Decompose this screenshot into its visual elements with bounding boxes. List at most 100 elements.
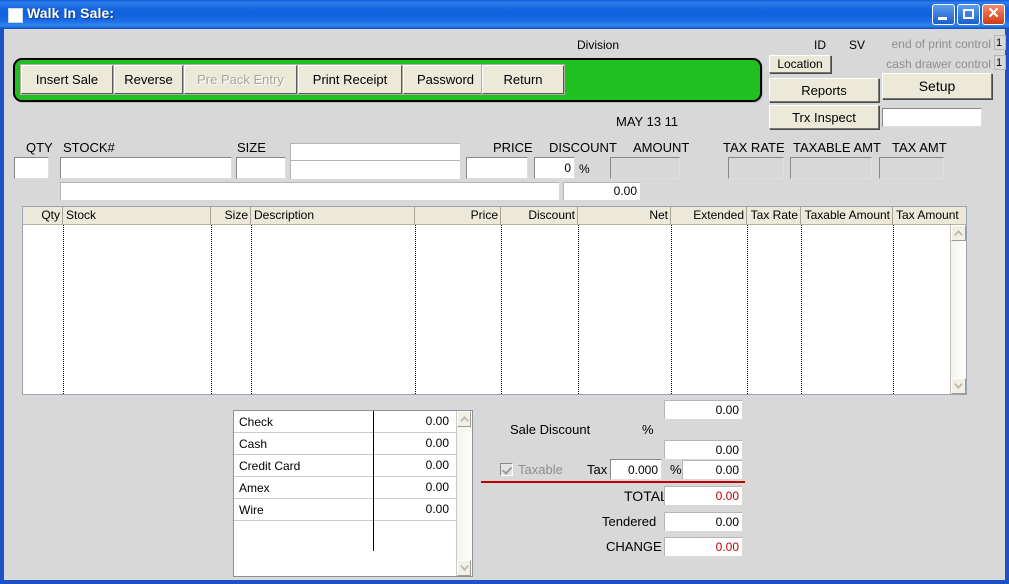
list-item[interactable]: Credit Card 0.00 [234, 454, 456, 477]
list-item[interactable] [234, 521, 456, 551]
payments-scrollbar[interactable] [456, 411, 472, 576]
client-area: Division ID SV end of print control 1 ca… [0, 29, 1009, 584]
cash-drawer-control-field[interactable]: 1 [994, 55, 1006, 70]
payment-amount: 0.00 [373, 432, 456, 455]
taxable-amt-display [790, 157, 872, 179]
grid-col-taxable-amount[interactable]: Taxable Amount [801, 207, 893, 224]
reports-button[interactable]: Reports [769, 78, 879, 102]
price-label: PRICE [493, 140, 533, 155]
payments-scroll-down-icon[interactable] [457, 560, 471, 576]
tendered-value[interactable]: 0.00 [664, 512, 742, 531]
stock-label: STOCK# [63, 140, 115, 155]
amount-display [610, 157, 680, 179]
print-receipt-button[interactable]: Print Receipt [297, 64, 403, 95]
grid-col-extended[interactable]: Extended [671, 207, 747, 224]
tax-label: Tax [587, 462, 608, 477]
tendered-label: Tendered [602, 514, 657, 529]
size-input[interactable] [236, 157, 286, 179]
list-item[interactable]: Cash 0.00 [234, 432, 456, 455]
sale-discount-label: Sale Discount [510, 422, 591, 437]
payment-amount: 0.00 [373, 410, 456, 433]
grid-col-discount[interactable]: Discount [501, 207, 578, 224]
payments-scroll-up-icon[interactable] [457, 411, 471, 427]
size-label: SIZE [237, 140, 266, 155]
payment-amount: 0.00 [373, 476, 456, 499]
row2-amount-display: 0.00 [563, 182, 640, 200]
setup-field[interactable] [882, 108, 982, 127]
payment-amount [373, 521, 456, 551]
tax-amt-display [879, 157, 944, 179]
description-top-input[interactable] [290, 143, 460, 160]
scroll-down-icon[interactable] [951, 378, 966, 394]
grid-col-tax-rate[interactable]: Tax Rate [747, 207, 801, 224]
grid-header-row: Qty Stock Size Description Price Discoun… [23, 207, 966, 225]
payment-name: Check [239, 414, 274, 429]
taxable-checkbox[interactable] [500, 463, 513, 476]
end-of-print-control-field[interactable]: 1 [994, 35, 1006, 50]
list-item[interactable]: Wire 0.00 [234, 498, 456, 521]
sale-date: MAY 13 11 [616, 114, 679, 129]
scroll-up-icon[interactable] [951, 225, 966, 241]
grid-col-price[interactable]: Price [415, 207, 501, 224]
price-input[interactable] [466, 157, 528, 179]
setup-button[interactable]: Setup [882, 73, 992, 99]
taxable-amt-label: TAXABLE AMT [793, 140, 881, 155]
payment-name: Wire [239, 502, 264, 517]
grid-col-description[interactable]: Description [251, 207, 415, 224]
payment-amount: 0.00 [373, 454, 456, 477]
payment-name: Credit Card [239, 458, 301, 473]
discount-input[interactable]: 0 [534, 157, 575, 179]
maximize-icon[interactable] [957, 4, 980, 25]
tax-amount-display: 0.00 [682, 460, 742, 479]
id-label: ID [814, 38, 826, 52]
tax-rate-display [728, 157, 784, 179]
division-label: Division [577, 38, 620, 52]
trx-inspect-button[interactable]: Trx Inspect [769, 105, 879, 129]
grid-col-tax-amount[interactable]: Tax Amount [893, 207, 966, 224]
insert-sale-button[interactable]: Insert Sale [20, 64, 114, 95]
minimize-icon[interactable] [932, 4, 955, 25]
grid-col-net[interactable]: Net [578, 207, 671, 224]
payment-rows: Check 0.00 Cash 0.00 Credit Card 0.00 Am… [234, 410, 456, 576]
password-button[interactable]: Password [402, 64, 489, 95]
payment-name: Amex [239, 480, 270, 495]
line-items-grid[interactable]: Qty Stock Size Description Price Discoun… [22, 206, 967, 395]
payment-name: Cash [239, 436, 268, 451]
tax-rate-label: TAX RATE [723, 140, 785, 155]
pre-pack-entry-button[interactable]: Pre Pack Entry [183, 64, 298, 95]
change-value: 0.00 [664, 537, 742, 556]
reverse-button[interactable]: Reverse [113, 64, 184, 95]
totals-divider [481, 481, 745, 483]
sv-label: SV [849, 38, 866, 52]
description-input[interactable] [290, 160, 460, 179]
title-bar: Walk In Sale: [0, 0, 1009, 29]
close-icon[interactable] [982, 2, 1005, 26]
list-item[interactable]: Check 0.00 [234, 410, 456, 433]
grid-col-size[interactable]: Size [211, 207, 251, 224]
after-discount-display: 0.00 [664, 440, 742, 459]
end-of-print-control-label: end of print control [891, 37, 991, 51]
qty-input[interactable] [14, 157, 49, 179]
walk-in-sale-window: Walk In Sale: Division ID SV end of prin… [0, 0, 1009, 584]
discount-label: DISCOUNT [549, 140, 617, 155]
qty-label: QTY [26, 140, 53, 155]
sale-discount-percent-label: % [642, 422, 654, 437]
taxable-label: Taxable [518, 462, 563, 477]
app-window-icon [8, 8, 23, 23]
grid-col-stock[interactable]: Stock [63, 207, 211, 224]
tax-percent-label: % [670, 462, 682, 477]
window-controls [932, 2, 1005, 26]
list-item[interactable]: Amex 0.00 [234, 476, 456, 499]
tax-rate-input[interactable]: 0.000 [610, 459, 662, 480]
subtotal-display: 0.00 [664, 400, 742, 419]
location-button[interactable]: Location [769, 55, 831, 73]
return-button[interactable]: Return [481, 64, 565, 95]
grid-vertical-scrollbar[interactable] [950, 225, 966, 394]
grid-col-qty[interactable]: Qty [23, 207, 63, 224]
long-description-input[interactable] [60, 182, 559, 200]
total-label: TOTAL [624, 488, 668, 504]
stock-input[interactable] [60, 157, 232, 179]
discount-percent-label: % [579, 162, 590, 176]
window-title: Walk In Sale: [27, 5, 115, 21]
payment-methods-list[interactable]: Check 0.00 Cash 0.00 Credit Card 0.00 Am… [233, 410, 473, 577]
